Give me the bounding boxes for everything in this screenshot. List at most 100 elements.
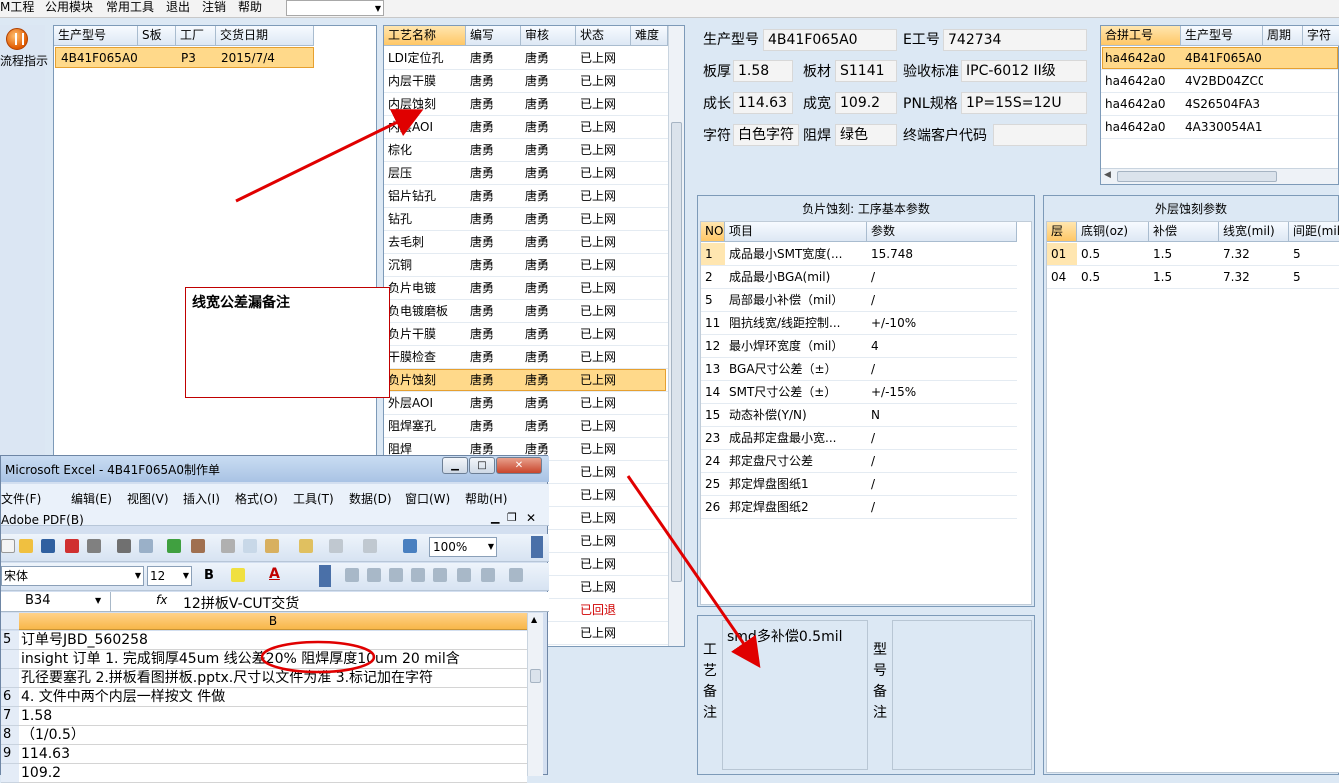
column-header-b[interactable]: B [19, 613, 527, 630]
scroll-thumb[interactable] [1117, 171, 1277, 182]
cell-base-copper[interactable]: 0.5 [1077, 269, 1149, 285]
model-note-box[interactable] [892, 620, 1032, 770]
menu-item-common-module[interactable]: 公用模块 [45, 0, 93, 14]
excel-menu-item[interactable]: 插入(I) [183, 490, 220, 507]
cell-param[interactable]: / [867, 269, 1017, 285]
cell-no[interactable]: 2 [701, 269, 725, 285]
select-objects-icon[interactable] [345, 568, 359, 582]
cell-status[interactable]: 已上网 [576, 556, 631, 572]
cell-reviewer[interactable]: 唐勇 [521, 165, 576, 181]
cell-writer[interactable]: 唐勇 [466, 73, 521, 89]
col-header-writer[interactable]: 编写 [466, 26, 521, 46]
menu-item-common-tools[interactable]: 常用工具 [106, 0, 154, 14]
maximize-icon[interactable]: □ [469, 457, 495, 474]
cell-writer[interactable]: 唐勇 [466, 188, 521, 204]
cell-no[interactable]: 12 [701, 338, 725, 354]
hyperlink-icon[interactable] [403, 539, 417, 553]
col-header-no[interactable]: NO [701, 222, 725, 242]
cell-status[interactable]: 已上网 [576, 96, 631, 112]
col-header-model[interactable]: 生产型号 [1181, 26, 1263, 46]
cell-process-name[interactable]: 内层AOI [384, 119, 466, 135]
undo-icon[interactable] [329, 539, 343, 553]
pnl-spec-field[interactable]: 1P=15S=12U [961, 92, 1087, 114]
cell-line-width[interactable]: 7.32 [1219, 269, 1289, 285]
cell-spacing[interactable]: 5 [1289, 246, 1339, 262]
cut-icon[interactable] [221, 539, 235, 553]
cell-item[interactable]: 邦定盘尺寸公差 [725, 453, 867, 469]
cell-item[interactable]: 动态补偿(Y/N) [725, 407, 867, 423]
print-preview-icon[interactable] [139, 539, 153, 553]
cell-model[interactable]: 4B41F065A0 [1181, 50, 1263, 66]
cell-status[interactable]: 已上网 [576, 257, 631, 273]
cell-base-copper[interactable]: 0.5 [1077, 246, 1149, 262]
cell-reviewer[interactable]: 唐勇 [521, 418, 576, 434]
sheet-cell[interactable]: （1/0.5） [19, 726, 527, 745]
cell-param[interactable]: / [867, 361, 1017, 377]
cell-process-name[interactable]: 内层蚀刻 [384, 96, 466, 112]
excel-menu-item[interactable]: 帮助(H) [465, 490, 507, 507]
draw-tool-icon[interactable] [457, 568, 471, 582]
sheet-cell[interactable]: 4. 文件中两个内层一样按文 件做 [19, 688, 527, 707]
table-row-selected[interactable]: 4B41F065A0 P3 2015/7/4 [55, 47, 314, 68]
cell-writer[interactable]: 唐勇 [466, 303, 521, 319]
scroll-left-icon[interactable]: ◀ [1104, 170, 1111, 180]
model-field[interactable]: 4B41F065A0 [763, 29, 897, 51]
toolbar-options-icon[interactable] [531, 536, 543, 558]
width-field[interactable]: 109.2 [835, 92, 897, 114]
cell-status[interactable]: 已上网 [576, 349, 631, 365]
material-field[interactable]: S1141 [835, 60, 897, 82]
process-guide-label[interactable]: 流程指示 [0, 52, 48, 69]
zoom-select[interactable]: 100% ▼ [429, 537, 497, 557]
cell-status[interactable]: 已上网 [576, 395, 631, 411]
cell-writer[interactable]: 唐勇 [466, 418, 521, 434]
cell-status[interactable]: 已上网 [576, 73, 631, 89]
open-icon[interactable] [19, 539, 33, 553]
name-box[interactable]: B34 ▼ [1, 592, 111, 611]
col-header-compensation[interactable]: 补偿 [1149, 222, 1219, 242]
cell-process-name[interactable]: 干膜检查 [384, 349, 466, 365]
cell-item[interactable]: 阻抗线宽/线距控制... [725, 315, 867, 331]
cell-status[interactable]: 已上网 [576, 119, 631, 135]
col-header-item[interactable]: 项目 [725, 222, 867, 242]
scroll-thumb[interactable] [530, 669, 541, 683]
cell-reviewer[interactable]: 唐勇 [521, 119, 576, 135]
col-header-delivery-date[interactable]: 交货日期 [216, 26, 314, 46]
cell-param[interactable]: / [867, 430, 1017, 446]
cell-reviewer[interactable]: 唐勇 [521, 142, 576, 158]
cell-reviewer[interactable]: 唐勇 [521, 211, 576, 227]
cell-writer[interactable]: 唐勇 [466, 119, 521, 135]
cell-item[interactable]: 最小焊环宽度（mil） [725, 338, 867, 354]
cell-reviewer[interactable]: 唐勇 [521, 188, 576, 204]
cell-status[interactable]: 已上网 [576, 487, 631, 503]
cell-reviewer[interactable]: 唐勇 [521, 50, 576, 66]
col-header-model[interactable]: 生产型号 [54, 26, 138, 46]
col-header-factory[interactable]: 工厂 [176, 26, 216, 46]
cell-status[interactable]: 已上网 [576, 142, 631, 158]
length-field[interactable]: 114.63 [733, 92, 793, 114]
process-guide-icon[interactable] [6, 28, 28, 50]
col-header-param[interactable]: 参数 [867, 222, 1017, 242]
col-header-base-copper[interactable]: 底铜(oz) [1077, 222, 1149, 242]
col-header-combined-no[interactable]: 合拼工号 [1101, 26, 1181, 46]
cell-compensation[interactable]: 1.5 [1149, 269, 1219, 285]
cell-status[interactable]: 已上网 [576, 234, 631, 250]
col-header-process-name[interactable]: 工艺名称 [384, 26, 466, 46]
cell-status[interactable]: 已上网 [576, 50, 631, 66]
cell-no[interactable]: 14 [701, 384, 725, 400]
bold-icon[interactable]: B [204, 568, 214, 583]
cell-line-width[interactable]: 7.32 [1219, 246, 1289, 262]
cell-param[interactable]: / [867, 476, 1017, 492]
row-number[interactable]: 6 [1, 688, 19, 707]
cell-process-name[interactable]: 钻孔 [384, 211, 466, 227]
cell-combined-no[interactable]: ha4642a0 [1101, 73, 1181, 89]
acceptance-standard-field[interactable]: IPC-6012 II级 [961, 60, 1087, 82]
cell-model[interactable]: 4V2BD04ZC0 [1181, 73, 1263, 89]
new-icon[interactable] [1, 539, 15, 553]
cell-writer[interactable]: 唐勇 [466, 165, 521, 181]
cell-process-name[interactable]: 棕化 [384, 142, 466, 158]
cell-item[interactable]: 邦定焊盘图纸2 [725, 499, 867, 515]
cell-combined-no[interactable]: ha4642a0 [1101, 50, 1181, 66]
scroll-up-icon[interactable]: ▲ [531, 615, 537, 624]
horizontal-scrollbar[interactable]: ◀ [1101, 168, 1338, 184]
permission-icon[interactable] [87, 539, 101, 553]
